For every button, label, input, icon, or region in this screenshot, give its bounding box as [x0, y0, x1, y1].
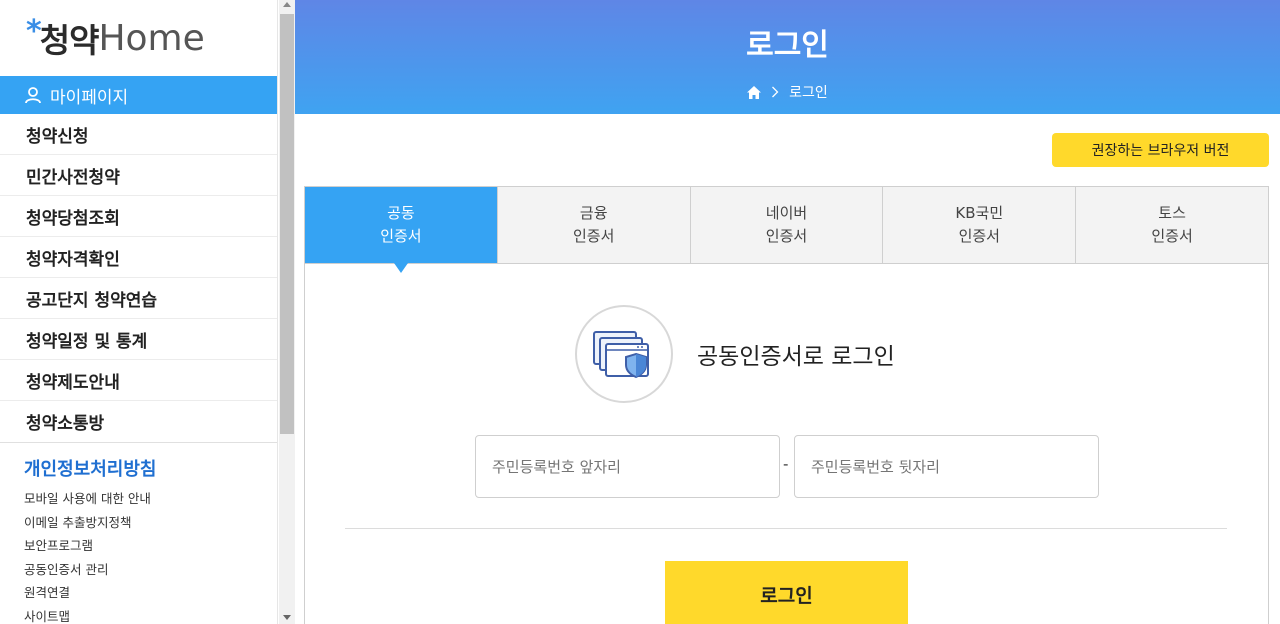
tab-kb-cert[interactable]: KB국민 인증서	[883, 187, 1077, 263]
mypage-link[interactable]: 마이페이지	[0, 76, 277, 114]
menu-item-eligibility[interactable]: 청약자격확인	[0, 237, 277, 278]
sidebar: * 청약 Home 마이페이지 청약신청 민간사전청약 청약당첨조회 청약자격확…	[0, 0, 278, 624]
tab-line2: 인증서	[572, 227, 615, 245]
tab-line1: KB국민	[955, 204, 1004, 222]
login-heading-row: 공동인증서로 로그인	[575, 305, 895, 403]
rrn-separator: -	[783, 455, 789, 473]
page-title: 로그인	[746, 28, 829, 63]
divider	[345, 528, 1227, 529]
cert-tabs: 공동 인증서 금융 인증서 네이버 인증서 KB국민 인증서 토스 인증서	[305, 187, 1268, 273]
logo-star-icon: *	[26, 14, 42, 49]
login-panel: 공동 인증서 금융 인증서 네이버 인증서 KB국민 인증서 토스 인증서 공동…	[304, 186, 1269, 624]
user-icon	[25, 87, 41, 104]
menu-item-apply[interactable]: 청약신청	[0, 114, 277, 155]
tab-line2: 인증서	[1151, 227, 1193, 245]
tab-line2: 인증서	[765, 227, 808, 245]
sidebar-scrollbar[interactable]	[279, 0, 295, 624]
main-content: 로그인 로그인 권장하는 브라우저 버전 공동 인증서 금융 인증서 네이버 인	[295, 0, 1280, 624]
menu-item-guide[interactable]: 청약제도안내	[0, 360, 277, 401]
home-icon[interactable]	[747, 85, 762, 99]
tab-joint-cert[interactable]: 공동 인증서	[305, 187, 498, 273]
menu-item-schedule-stats[interactable]: 청약일정 및 통계	[0, 319, 277, 360]
sublink-email-policy[interactable]: 이메일 추출방지정책	[24, 511, 277, 535]
cert-icon-circle	[575, 305, 673, 403]
tab-toss-cert[interactable]: 토스 인증서	[1076, 187, 1268, 263]
chevron-right-icon	[772, 86, 779, 98]
sublink-security-program[interactable]: 보안프로그램	[24, 534, 277, 558]
sublink-cert-management[interactable]: 공동인증서 관리	[24, 558, 277, 582]
logo-korean: 청약	[39, 21, 100, 60]
recommended-browser-button[interactable]: 권장하는 브라우저 버전	[1052, 133, 1269, 167]
main-menu: 청약신청 민간사전청약 청약당첨조회 청약자격확인 공고단지 청약연습 청약일정…	[0, 114, 277, 443]
scroll-down-arrow-icon[interactable]	[283, 615, 291, 620]
certificate-shield-icon	[593, 331, 649, 379]
tab-line2: 인증서	[380, 227, 422, 245]
mypage-label: 마이페이지	[50, 87, 129, 108]
breadcrumb-current: 로그인	[789, 85, 828, 101]
login-button[interactable]: 로그인	[665, 561, 908, 624]
menu-item-community[interactable]: 청약소통방	[0, 401, 277, 442]
menu-item-practice[interactable]: 공고단지 청약연습	[0, 278, 277, 319]
tab-naver-cert[interactable]: 네이버 인증서	[690, 187, 884, 263]
breadcrumb: 로그인	[295, 82, 1280, 102]
footer-links: 모바일 사용에 대한 안내 이메일 추출방지정책 보안프로그램 공동인증서 관리…	[0, 481, 277, 624]
rrn-front-input[interactable]	[475, 435, 780, 498]
sublink-sitemap[interactable]: 사이트맵	[24, 605, 277, 624]
page-header: 로그인 로그인	[295, 0, 1280, 114]
menu-item-winner-lookup[interactable]: 청약당첨조회	[0, 196, 277, 237]
scroll-up-arrow-icon[interactable]	[283, 2, 291, 7]
tab-line1: 공동	[387, 204, 415, 222]
tab-line1: 금융	[579, 204, 608, 222]
tab-line1: 네이버	[765, 204, 808, 222]
tab-line1: 토스	[1158, 204, 1186, 222]
sublink-remote-connect[interactable]: 원격연결	[24, 581, 277, 605]
sublink-mobile-guide[interactable]: 모바일 사용에 대한 안내	[24, 487, 277, 511]
logo-english: Home	[98, 17, 205, 59]
rrn-back-input[interactable]	[794, 435, 1099, 498]
menu-item-pre-subscription[interactable]: 민간사전청약	[0, 155, 277, 196]
site-logo[interactable]: * 청약 Home	[0, 0, 277, 76]
login-heading: 공동인증서로 로그인	[697, 344, 895, 370]
tab-line2: 인증서	[958, 227, 1000, 245]
tab-financial-cert[interactable]: 금융 인증서	[497, 187, 691, 263]
privacy-policy-link[interactable]: 개인정보처리방침	[0, 443, 277, 481]
scrollbar-thumb[interactable]	[280, 14, 294, 434]
